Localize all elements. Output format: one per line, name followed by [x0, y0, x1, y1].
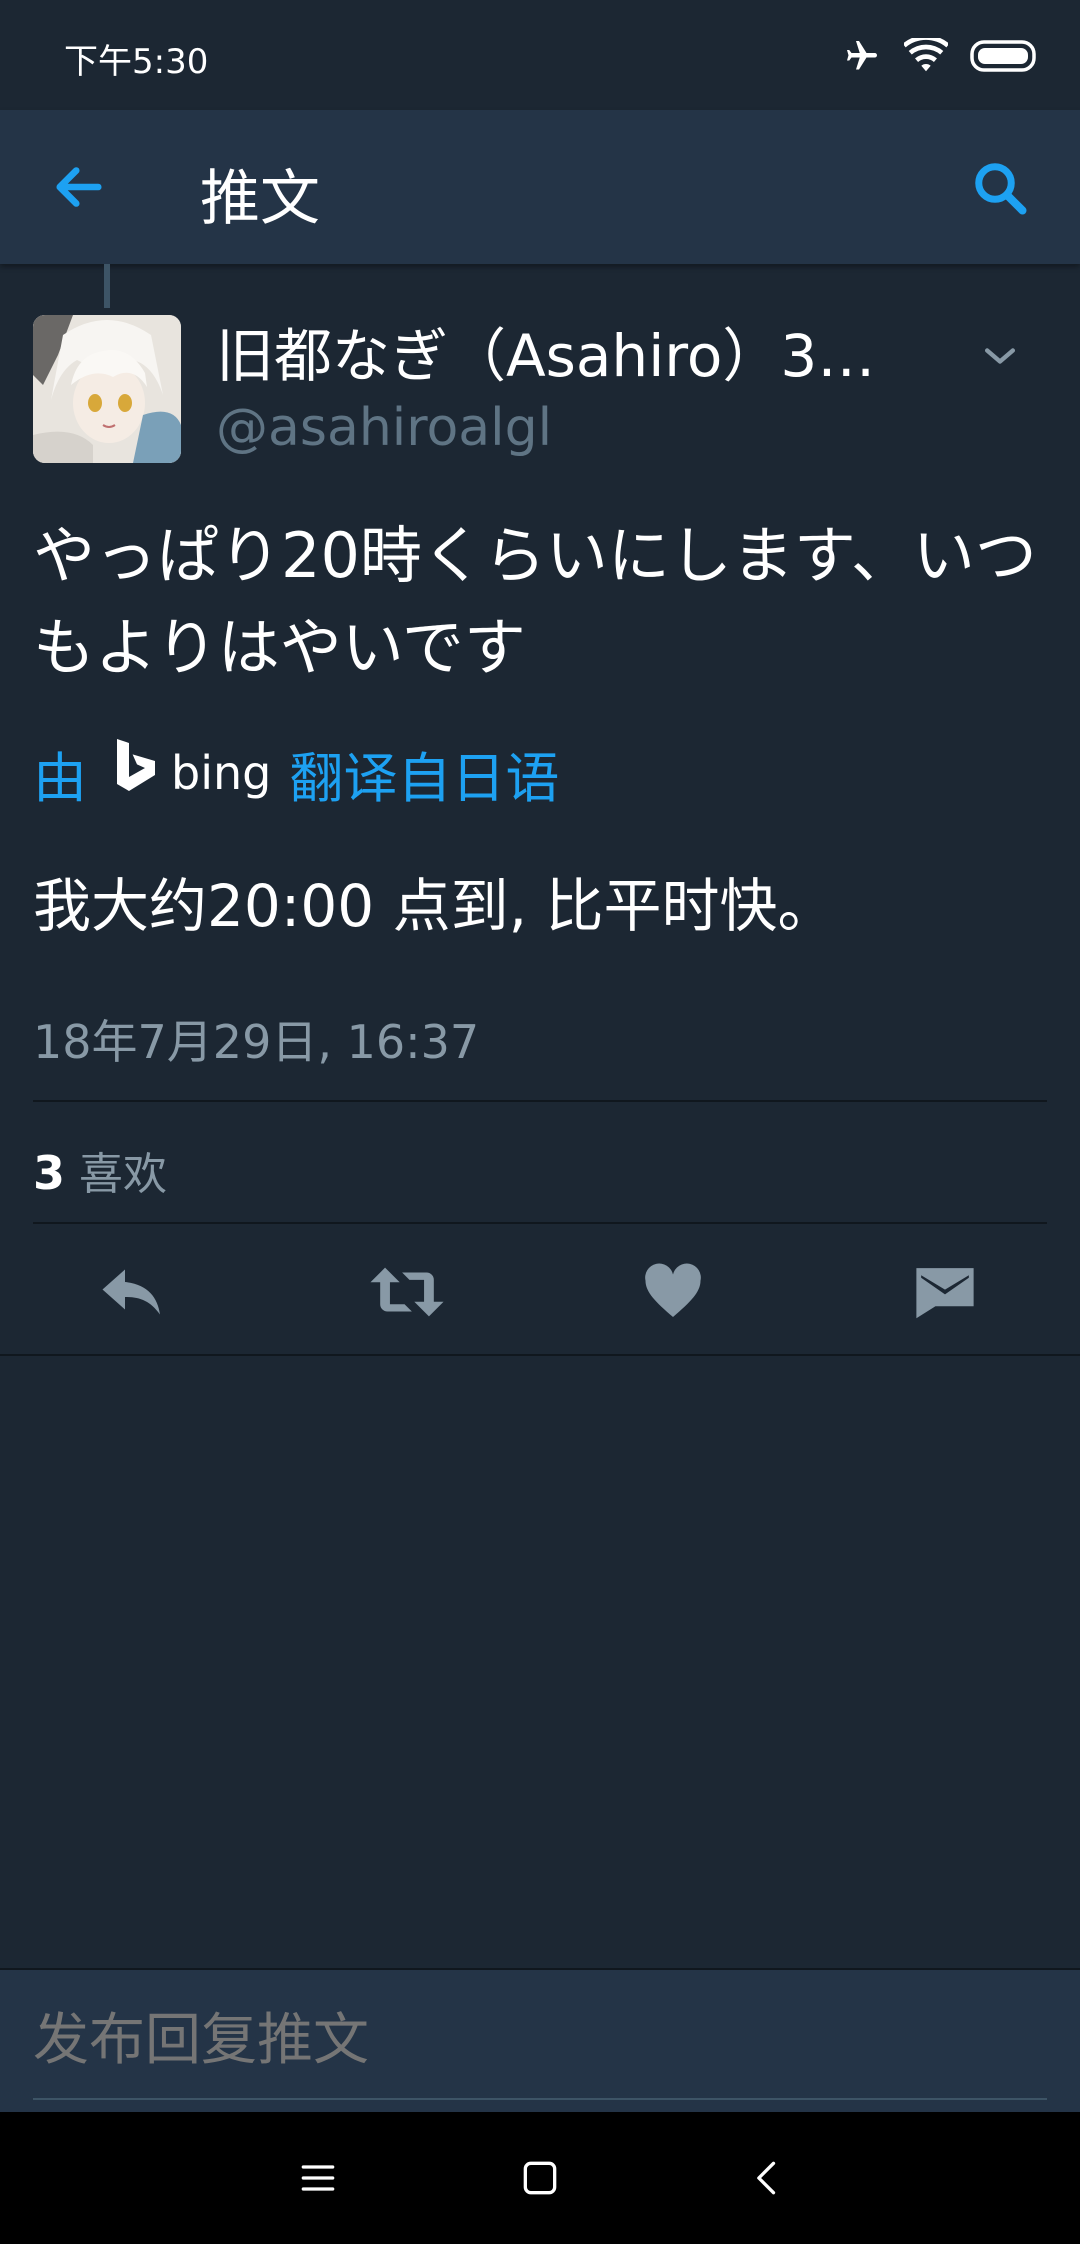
status-time: 下午5:30: [64, 42, 209, 82]
likes-stat[interactable]: 3 喜欢: [33, 1138, 167, 1202]
user-handle[interactable]: @asahiroalgl: [216, 398, 552, 458]
message-icon[interactable]: [914, 1262, 976, 1322]
heart-icon[interactable]: [643, 1262, 713, 1322]
airplane-icon: [842, 38, 882, 74]
system-nav-bar: [0, 2112, 1080, 2244]
reply-input[interactable]: [33, 2010, 1047, 2070]
retweet-icon[interactable]: [368, 1262, 446, 1322]
action-bar: [0, 1224, 1080, 1356]
chevron-down-icon[interactable]: [978, 334, 1022, 378]
divider: [33, 1100, 1047, 1102]
tweet-text: やっぱり20時くらいにします、いつもよりはやいです: [33, 519, 1037, 684]
translate-prefix: 由: [33, 746, 87, 810]
likes-label: 喜欢: [79, 1149, 168, 1200]
search-icon[interactable]: [970, 158, 1030, 218]
avatar[interactable]: [33, 315, 181, 463]
bing-logo-icon: [113, 738, 157, 808]
wifi-icon: [904, 38, 948, 74]
divider: [0, 1354, 1080, 1356]
reply-bar: [0, 1968, 1080, 2112]
menu-icon[interactable]: [296, 2156, 340, 2200]
reply-underline: [33, 2098, 1047, 2100]
bing-label: bing: [171, 746, 272, 800]
translation-attribution[interactable]: 由 bing 翻译自日语: [33, 738, 559, 810]
page-title: 推文: [200, 164, 320, 234]
back-icon[interactable]: [746, 2156, 790, 2200]
arrow-left-icon[interactable]: [46, 154, 112, 220]
thread-line: [104, 264, 110, 308]
home-icon[interactable]: [518, 2156, 562, 2200]
battery-icon: [970, 39, 1038, 73]
likes-count: 3: [33, 1146, 66, 1200]
reply-icon[interactable]: [100, 1262, 170, 1322]
app-bar: 推文: [0, 110, 1080, 264]
translate-suffix: 翻译自日语: [289, 746, 560, 810]
status-icons: [842, 34, 1038, 78]
translated-text: 我大约20:00 点到, 比平时快。: [33, 872, 836, 940]
display-name[interactable]: 旧都なぎ（Asahiro）3日…: [216, 320, 916, 392]
status-bar: 下午5:30: [0, 0, 1080, 110]
timestamp: 18年7月29日, 16:37: [33, 1015, 480, 1069]
